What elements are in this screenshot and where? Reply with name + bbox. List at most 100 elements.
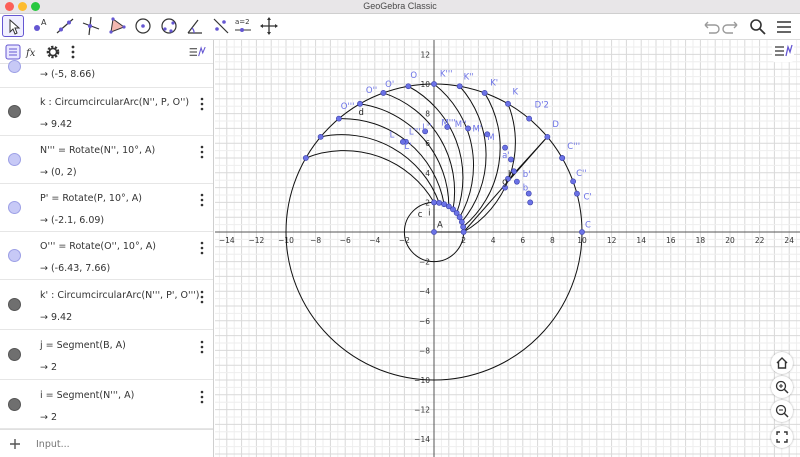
more-vertical-icon[interactable]	[200, 241, 204, 255]
redo-icon	[722, 21, 738, 34]
main-menu-button[interactable]	[774, 17, 794, 37]
circle-tool-button[interactable]	[132, 15, 154, 37]
visibility-toggle[interactable]	[8, 398, 21, 411]
circle-icon	[135, 18, 151, 34]
algebra-header: fx	[0, 40, 213, 64]
search-button[interactable]	[748, 17, 768, 37]
move-graphics-tool-button[interactable]	[258, 15, 280, 37]
graphics-style-button[interactable]	[772, 40, 794, 62]
view-style-button[interactable]	[188, 43, 210, 61]
line-tool-button[interactable]	[54, 15, 76, 37]
y-tick-label: 4	[425, 169, 430, 178]
construction-point	[431, 229, 437, 235]
algebra-row-p1[interactable]: P' = Rotate(P, 10°, A) → (-2.1, 6.09)	[0, 184, 213, 232]
y-tick-label: −10	[414, 376, 430, 385]
algebra-row-i[interactable]: i = Segment(N''', A) → 2	[0, 380, 213, 429]
algebra-definition: j = Segment(B, A)	[40, 340, 126, 351]
point-label: D'2	[535, 101, 549, 111]
svg-text:A: A	[41, 18, 47, 27]
more-vertical-icon[interactable]	[200, 97, 204, 111]
algebra-definition: N''' = Rotate(N'', 10°, A)	[40, 145, 156, 156]
visibility-toggle[interactable]	[8, 105, 21, 118]
point-tool-button[interactable]: A	[28, 15, 50, 37]
svg-text:a=2: a=2	[235, 18, 250, 26]
construction-point	[431, 81, 437, 87]
point-label: C	[585, 221, 591, 231]
visibility-toggle[interactable]	[8, 60, 21, 73]
visibility-toggle[interactable]	[8, 249, 21, 262]
fullscreen-button[interactable]	[771, 426, 793, 448]
undo-button[interactable]	[700, 17, 720, 37]
point-label: c	[418, 210, 423, 220]
polygon-icon	[109, 17, 126, 34]
x-tick-label: −6	[340, 236, 351, 245]
algebra-settings-button[interactable]	[44, 43, 62, 61]
point-a-icon: A	[34, 18, 47, 31]
zoom-out-icon	[775, 404, 789, 418]
home-view-button[interactable]	[771, 352, 793, 374]
algebra-input[interactable]	[36, 436, 206, 452]
polygon-tool-button[interactable]	[106, 15, 128, 37]
more-vertical-icon[interactable]	[200, 145, 204, 159]
move-tool-button[interactable]	[2, 15, 24, 37]
coordinate-plane[interactable]: −14 −12 −10 −8 −6 −4 −2 2 4 6 8 10 12 14 16 18 20 22 24121…	[215, 40, 800, 457]
angle-icon	[187, 19, 202, 34]
perpendicular-icon	[82, 16, 100, 36]
visibility-toggle[interactable]	[8, 298, 21, 311]
hamburger-menu-icon	[777, 21, 791, 33]
graph-style-icon	[189, 46, 206, 57]
construction-point	[579, 229, 585, 235]
construction-point	[335, 115, 342, 122]
algebra-row-n3[interactable]: N''' = Rotate(N'', 10°, A) → (0, 2)	[0, 136, 213, 184]
algebra-row-k1[interactable]: k' : CircumcircularArc(N''', P', O''') →…	[0, 280, 213, 330]
algebra-row-j[interactable]: j = Segment(B, A) → 2	[0, 330, 213, 380]
algebra-view-toggle-button[interactable]	[4, 43, 22, 61]
x-tick-label: 18	[696, 236, 706, 245]
visibility-toggle[interactable]	[8, 201, 21, 214]
input-bar[interactable]	[0, 429, 213, 457]
line-icon	[56, 18, 74, 34]
angle-tool-button[interactable]	[184, 15, 206, 37]
construction-point	[460, 223, 467, 230]
perpendicular-line-tool-button[interactable]	[80, 15, 102, 37]
reflect-tool-button[interactable]	[210, 15, 232, 37]
construction-point	[436, 199, 443, 206]
point-label: d	[359, 108, 364, 118]
plus-icon[interactable]	[9, 438, 21, 450]
point-label: M''	[455, 120, 467, 130]
conic-tool-button[interactable]	[158, 15, 180, 37]
visibility-toggle[interactable]	[8, 348, 21, 361]
construction-point	[559, 155, 566, 161]
more-vertical-icon[interactable]	[200, 340, 204, 354]
algebra-row-k[interactable]: k : CircumcircularArc(N'', P, O'') → 9.4…	[0, 88, 213, 136]
algebra-value: → 9.42	[40, 119, 73, 130]
slider-tool-button[interactable]: a=2	[232, 15, 254, 37]
more-vertical-icon[interactable]	[200, 390, 204, 404]
point-label: a'	[502, 151, 510, 161]
zoom-out-button[interactable]	[771, 400, 793, 422]
construction-point	[441, 201, 448, 208]
construction-point	[317, 133, 324, 140]
zoom-in-button[interactable]	[771, 376, 793, 398]
x-tick-label: −4	[369, 236, 380, 245]
point-label: b	[523, 184, 528, 194]
redo-button[interactable]	[722, 17, 742, 37]
y-tick-label: −12	[414, 406, 430, 415]
window-title-bar: GeoGebra Classic	[0, 0, 800, 14]
algebra-description-button[interactable]: fx	[24, 43, 42, 61]
algebra-more-button[interactable]	[64, 43, 82, 61]
algebra-definition: O''' = Rotate(O'', 10°, A)	[40, 241, 156, 252]
point-label: M'	[472, 124, 482, 134]
y-tick-label: −14	[414, 435, 430, 444]
algebra-row-o3[interactable]: O''' = Rotate(O'', 10°, A) → (-6.43, 7.6…	[0, 232, 213, 280]
x-tick-label: −8	[310, 236, 321, 245]
algebra-row-partial[interactable]: → (-5, 8.66)	[0, 60, 213, 88]
algebra-value: → (-5, 8.66)	[40, 69, 96, 80]
y-tick-label: −4	[419, 287, 430, 296]
more-vertical-icon[interactable]	[200, 193, 204, 207]
more-vertical-icon[interactable]	[200, 290, 204, 304]
x-tick-label: −14	[219, 236, 235, 245]
construction-point	[574, 190, 580, 197]
graphics-view[interactable]: −14 −12 −10 −8 −6 −4 −2 2 4 6 8 10 12 14 16 18 20 22 24 12 1…	[215, 40, 800, 457]
visibility-toggle[interactable]	[8, 153, 21, 166]
